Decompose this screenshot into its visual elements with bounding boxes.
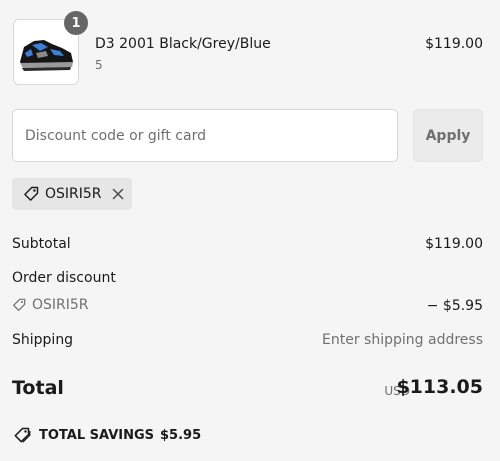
- product-variant: 5: [95, 58, 103, 72]
- savings-amount: $5.95: [160, 427, 202, 443]
- product-price: $119.00: [425, 36, 483, 52]
- close-icon[interactable]: [112, 188, 124, 200]
- apply-button[interactable]: Apply: [413, 109, 483, 162]
- total-amount: $113.05: [396, 376, 483, 398]
- applied-code-label: OSIRI5R: [45, 186, 102, 202]
- quantity-badge: 1: [64, 11, 88, 35]
- subtotal-value: $119.00: [425, 236, 483, 252]
- discount-code-row: OSIRI5R: [12, 297, 89, 313]
- discount-amount: − $5.95: [426, 298, 483, 314]
- applied-discount-chip: OSIRI5R: [12, 178, 132, 210]
- tag-icon: [13, 298, 26, 311]
- total-label: Total: [12, 377, 64, 399]
- shipping-value: Enter shipping address: [322, 332, 483, 348]
- product-name: D3 2001 Black/Grey/Blue: [95, 36, 271, 52]
- total-savings: TOTAL SAVINGS $5.95: [13, 427, 201, 443]
- shipping-label: Shipping: [12, 332, 74, 348]
- discount-code-name: OSIRI5R: [32, 297, 89, 313]
- tags-icon: [14, 427, 31, 443]
- savings-label: TOTAL SAVINGS: [39, 427, 155, 443]
- tag-icon: [24, 186, 39, 201]
- discount-code-input[interactable]: [12, 109, 398, 162]
- subtotal-label: Subtotal: [12, 236, 71, 252]
- order-discount-label: Order discount: [12, 270, 116, 286]
